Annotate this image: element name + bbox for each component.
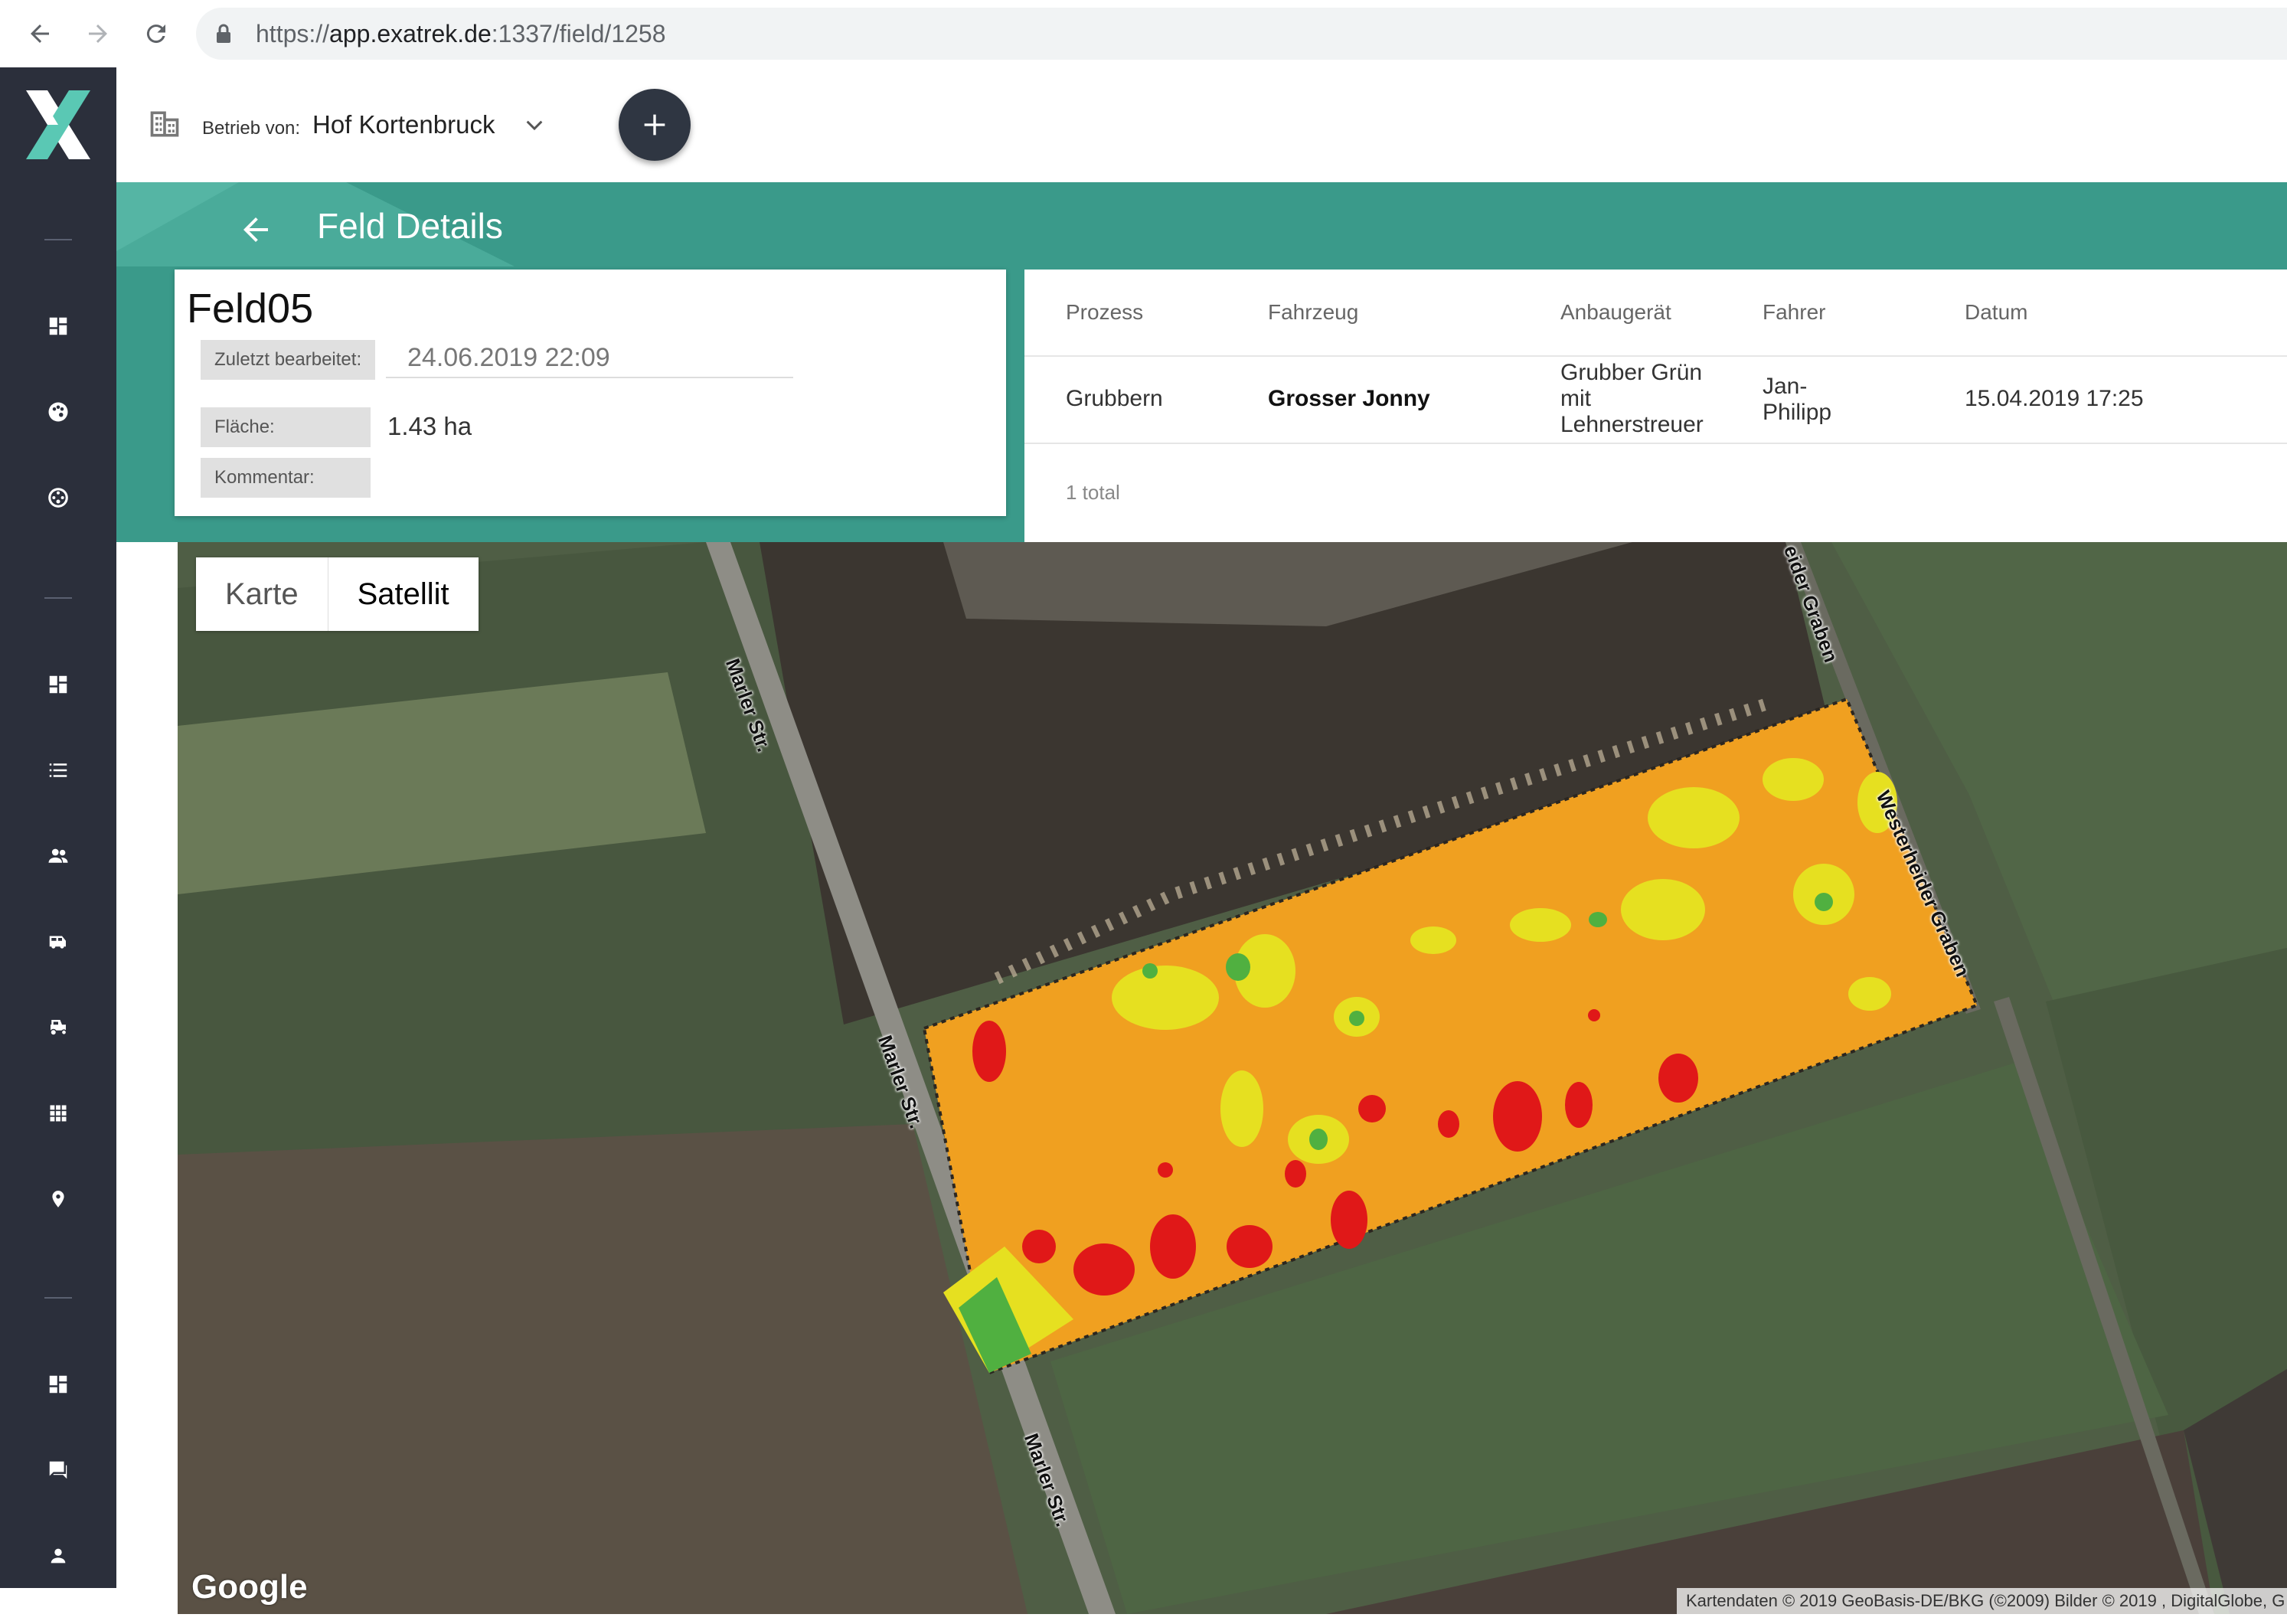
cell-fahrzeug: Grosser Jonny	[1268, 386, 1430, 411]
reload-icon[interactable]	[133, 11, 179, 57]
page-title: Feld Details	[317, 206, 503, 246]
sidebar-divider	[44, 597, 72, 599]
column-header-fahrzeug[interactable]: Fahrzeug	[1268, 300, 1358, 325]
plus-icon	[644, 114, 665, 136]
cell-datum: 15.04.2019 17:25	[1965, 386, 2144, 411]
map-type-control: Karte Satellit	[196, 557, 479, 631]
satellite-map[interactable]: Karte Satellit Marler Str. Marler Str. M…	[178, 542, 2287, 1614]
field-name: Feld05	[187, 286, 314, 332]
divider	[1024, 355, 2287, 357]
area-label: Fläche:	[201, 407, 371, 447]
edited-label: Zuletzt bearbeitet:	[201, 340, 376, 380]
sidebar	[0, 67, 116, 1588]
google-logo: Google	[191, 1568, 308, 1606]
lock-icon	[214, 23, 233, 48]
add-button[interactable]	[619, 89, 691, 161]
dashboard-icon[interactable]	[43, 669, 74, 700]
vehicle-icon[interactable]	[43, 926, 74, 957]
chevron-down-icon[interactable]	[522, 113, 547, 142]
address-bar[interactable]: https://app.exatrek.de:1337/field/1258	[196, 8, 2287, 60]
person-icon[interactable]	[43, 1541, 74, 1571]
map-type-karte-button[interactable]: Karte	[196, 557, 328, 631]
column-header-fahrer[interactable]: Fahrer	[1763, 300, 1825, 325]
url-text: https://app.exatrek.de:1337/field/1258	[256, 20, 666, 47]
top-header: Betrieb von: Hof Kortenbruck	[116, 67, 2287, 182]
table-total: 1 total	[1066, 481, 1120, 504]
browser-toolbar: https://app.exatrek.de:1337/field/1258	[0, 0, 2287, 68]
process-table: Prozess Fahrzeug Anbaugerät Fahrer Datum…	[1024, 270, 2287, 542]
betrieb-label: Betrieb von:	[202, 118, 301, 139]
cell-fahrer: Jan-Philipp	[1763, 374, 1832, 425]
back-nav-icon[interactable]	[17, 11, 63, 57]
settings-circle-icon[interactable]	[43, 482, 74, 513]
column-header-datum[interactable]: Datum	[1965, 300, 2027, 325]
building-icon	[147, 107, 182, 145]
area-value: 1.43 ha	[387, 412, 472, 440]
app-logo[interactable]	[0, 67, 116, 182]
dashboard-icon[interactable]	[43, 311, 74, 341]
divider	[1024, 443, 2287, 444]
grid-icon[interactable]	[43, 1098, 74, 1129]
column-header-prozess[interactable]: Prozess	[1066, 300, 1143, 325]
map-imagery	[178, 542, 2287, 1614]
cell-prozess: Grubbern	[1066, 386, 1163, 411]
edited-value: 24.06.2019 22:09	[407, 343, 610, 372]
back-arrow-icon[interactable]	[237, 211, 274, 252]
forward-nav-icon[interactable]	[75, 11, 121, 57]
betrieb-select-value[interactable]: Hof Kortenbruck	[312, 110, 495, 139]
divider	[386, 377, 793, 378]
map-type-satellit-button[interactable]: Satellit	[327, 557, 479, 631]
chat-icon[interactable]	[43, 1455, 74, 1485]
list-icon[interactable]	[43, 755, 74, 786]
tractor-icon[interactable]	[43, 1012, 74, 1043]
people-icon[interactable]	[43, 841, 74, 871]
field-details-card: Feld05 Zuletzt bearbeitet: 24.06.2019 22…	[175, 270, 1006, 516]
map-attribution: Kartendaten © 2019 GeoBasis-DE/BKG (©200…	[1677, 1588, 2287, 1614]
cell-anbaugeraet: Grubber Grün mit Lehnerstreuer	[1560, 360, 1704, 437]
dashboard-icon[interactable]	[43, 1369, 74, 1400]
sidebar-divider	[44, 1297, 72, 1299]
sidebar-divider	[44, 239, 72, 240]
palette-icon[interactable]	[43, 397, 74, 427]
comment-label: Kommentar:	[201, 458, 371, 498]
column-header-anbaugeraet[interactable]: Anbaugerät	[1560, 300, 1671, 325]
location-pin-icon[interactable]	[43, 1184, 74, 1214]
